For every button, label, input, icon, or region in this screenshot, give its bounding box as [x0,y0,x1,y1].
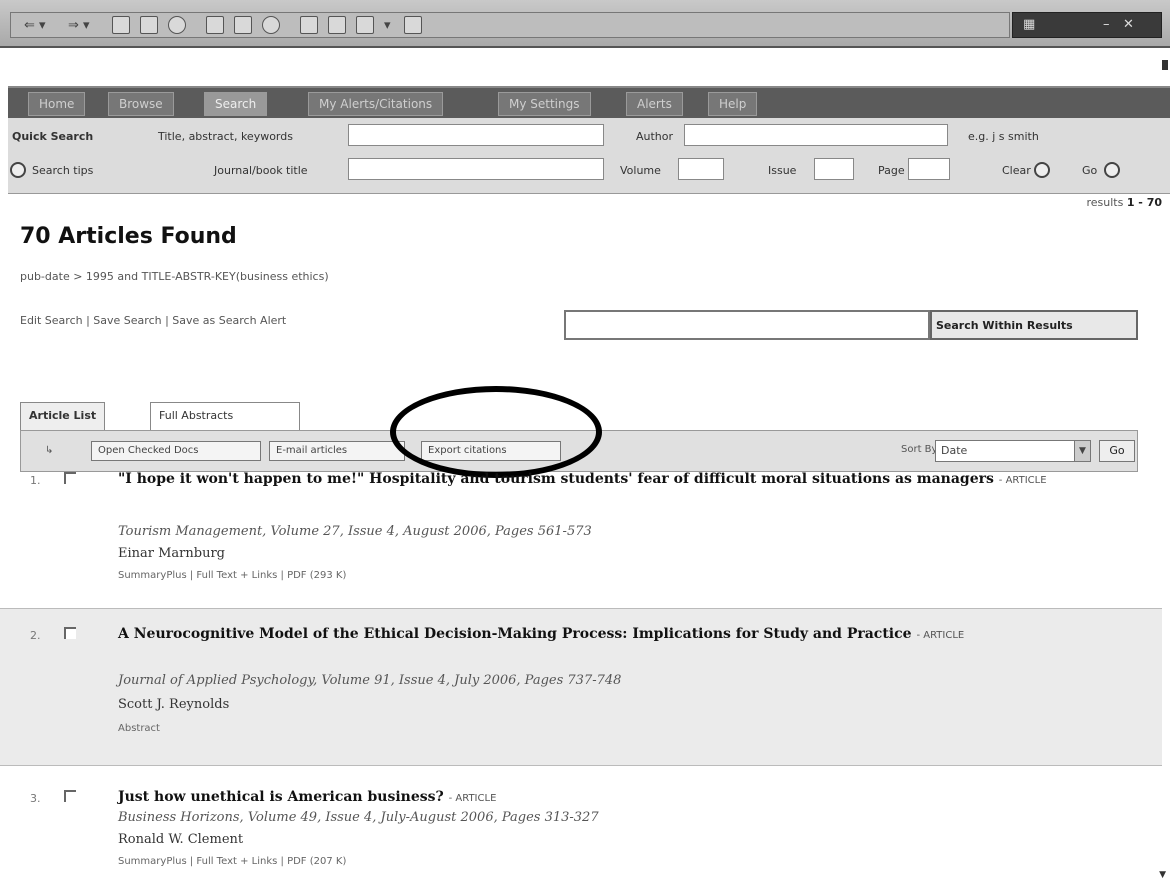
article-author: Scott J. Reynolds [118,697,230,712]
volume-label: Volume [620,164,661,177]
article-number: 1. [30,474,41,487]
print-icon[interactable] [328,16,346,34]
journal-label: Journal/book title [214,164,308,177]
results-range: results 1 - 70 [1086,196,1162,209]
sort-value: Date [941,444,968,457]
sort-go-button[interactable]: Go [1099,440,1135,462]
issue-input[interactable] [814,158,854,180]
article-row: 1. "I hope it won't happen to me!" Hospi… [0,466,1162,606]
article-title-text[interactable]: Just how unethical is American business? [118,789,444,805]
tab-my-settings[interactable]: My Settings [498,92,591,116]
windows-logo-icon: ▦ [1023,17,1036,32]
email-articles-button[interactable]: E-mail articles [269,441,405,461]
refresh-icon[interactable] [140,16,158,34]
article-links[interactable]: Abstract [118,723,160,734]
favorites-icon[interactable] [234,16,252,34]
tab-home[interactable]: Home [28,92,86,116]
article-title[interactable]: Just how unethical is American business?… [118,786,1138,810]
tab-search[interactable]: Search [204,92,268,116]
article-title-text[interactable]: "I hope it won't happen to me!" Hospital… [118,471,994,487]
article-type: ARTICLE [923,630,965,641]
article-source: Business Horizons, Volume 49, Issue 4, J… [118,810,599,825]
tab-article-list[interactable]: Article List [20,402,106,430]
quick-search-panel: Quick Search Title, abstract, keywords A… [8,118,1170,194]
forward-icon[interactable]: ⇒ ▾ [68,18,90,33]
edit-icon[interactable] [356,16,374,34]
author-input[interactable] [684,124,948,146]
highlight-circle [390,386,602,478]
home-icon[interactable] [168,16,186,34]
page-title: 70 Articles Found [20,224,237,249]
article-title-text[interactable]: A Neurocognitive Model of the Ethical De… [118,626,912,642]
tab-browse[interactable]: Browse [108,92,174,116]
go-button[interactable]: Go [1082,164,1097,177]
article-source: Journal of Applied Psychology, Volume 91… [118,673,622,688]
arrow-icon: ↳ [45,445,54,456]
issue-label: Issue [768,164,797,177]
clear-button[interactable]: Clear [1002,164,1031,177]
article-author: Ronald W. Clement [118,832,244,847]
results-range-prefix: results [1086,196,1124,209]
minimize-icon[interactable]: – [1103,17,1110,32]
main-nav: Home Browse Search My Alerts/Citations M… [8,86,1170,118]
stop-icon[interactable] [112,16,130,34]
volume-input[interactable] [678,158,724,180]
back-icon[interactable]: ⇐ ▾ [24,18,46,33]
article-checkbox[interactable] [64,790,76,802]
scroll-down-icon[interactable]: ▼ [1159,870,1166,880]
article-source: Tourism Management, Volume 27, Issue 4, … [118,524,592,539]
history-icon[interactable] [262,16,280,34]
tab-help[interactable]: Help [708,92,758,116]
search-links: Edit Search | Save Search | Save as Sear… [20,314,287,327]
search-within-button[interactable]: Search Within Results [930,310,1138,340]
more-icon[interactable]: ▾ [384,18,391,33]
article-type: ARTICLE [455,793,497,804]
article-number: 2. [30,629,41,642]
search-icon[interactable] [206,16,224,34]
keywords-input[interactable] [348,124,604,146]
results-range-value: 1 - 70 [1126,196,1162,209]
window-controls: ▦ – ✕ [1012,12,1162,38]
article-checkbox[interactable] [64,627,76,639]
article-links[interactable]: SummaryPlus | Full Text + Links | PDF (2… [118,570,346,581]
page-label: Page [878,164,905,177]
quick-search-label: Quick Search [12,130,94,143]
article-number: 3. [30,792,41,805]
page-input[interactable] [908,158,950,180]
article-checkbox[interactable] [64,472,76,484]
article-author: Einar Marnburg [118,546,225,561]
search-query: pub-date > 1995 and TITLE-ABSTR-KEY(busi… [20,270,329,283]
close-icon[interactable]: ✕ [1123,17,1134,32]
author-hint: e.g. j s smith [968,130,1039,143]
tab-alerts[interactable]: Alerts [626,92,683,116]
discuss-icon[interactable] [404,16,422,34]
article-type: ARTICLE [1005,475,1047,486]
article-row: 2. A Neurocognitive Model of the Ethical… [0,608,1162,766]
tab-full-abstracts[interactable]: Full Abstracts [150,402,300,430]
browser-toolbar: ⇐ ▾ ⇒ ▾ ▾ ▦ – ✕ [0,0,1170,48]
journal-input[interactable] [348,158,604,180]
mail-icon[interactable] [300,16,318,34]
author-label: Author [636,130,674,143]
save-alert-link[interactable]: Save as Search Alert [172,314,286,327]
search-tips-link[interactable]: Search tips [32,164,93,177]
clear-icon[interactable] [1034,162,1050,178]
sort-select[interactable]: Date ▼ [935,440,1091,462]
edit-search-link[interactable]: Edit Search [20,314,83,327]
chevron-down-icon[interactable]: ▼ [1074,441,1090,461]
toolbar-strip [10,12,1010,38]
save-search-link[interactable]: Save Search [93,314,161,327]
search-tips-icon[interactable] [10,162,26,178]
article-title[interactable]: "I hope it won't happen to me!" Hospital… [118,468,1138,492]
article-title[interactable]: A Neurocognitive Model of the Ethical De… [118,623,1138,647]
article-links[interactable]: SummaryPlus | Full Text + Links | PDF (2… [118,856,346,867]
article-row: 3. Just how unethical is American busine… [0,778,1162,884]
search-within-input[interactable] [564,310,930,340]
scrollbar-thumb[interactable] [1162,60,1168,70]
open-checked-button[interactable]: Open Checked Docs [91,441,261,461]
tab-alerts-citations[interactable]: My Alerts/Citations [308,92,444,116]
go-icon[interactable] [1104,162,1120,178]
keywords-label: Title, abstract, keywords [158,130,293,143]
